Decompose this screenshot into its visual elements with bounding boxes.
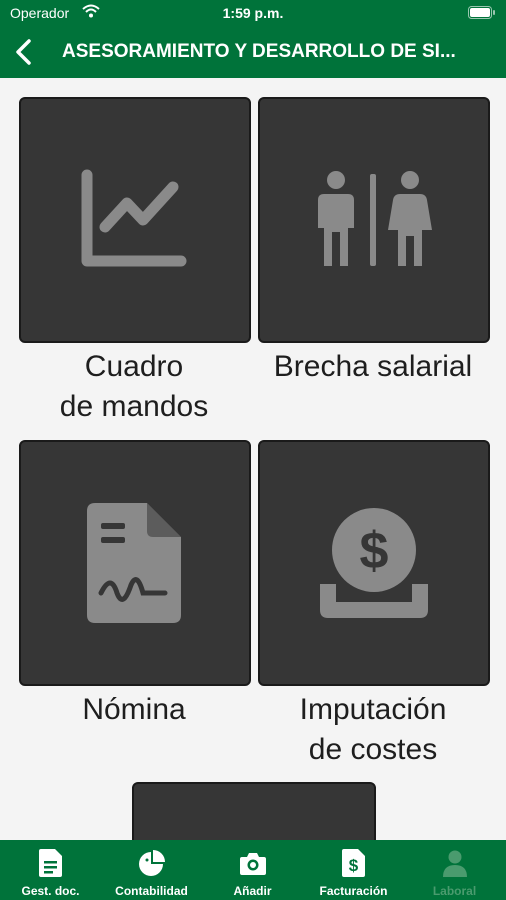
- tile-label: Cuadro de mandos: [59, 350, 209, 423]
- navigation-bar: ASESORAMIENTO Y DESARROLLO DE SI...: [0, 26, 506, 78]
- coin-deposit-icon: $: [320, 508, 428, 618]
- document-icon: [39, 849, 62, 877]
- tab-laboral[interactable]: Laboral: [404, 840, 505, 900]
- tile-box: $: [258, 440, 490, 686]
- clock: 1:59 p.m.: [222, 5, 284, 21]
- svg-text:$: $: [360, 522, 389, 580]
- status-bar: Operador 1:59 p.m.: [0, 0, 506, 26]
- tile-label: Imputación de costes: [299, 693, 447, 766]
- back-chevron-icon[interactable]: [12, 38, 38, 66]
- tile-box: [258, 97, 490, 343]
- battery-icon: [468, 6, 495, 19]
- svg-text:$: $: [349, 856, 359, 875]
- pie-chart-icon: [139, 850, 165, 876]
- restroom-icon: [318, 171, 432, 266]
- invoice-icon: $: [342, 849, 365, 877]
- line-chart-icon: [81, 169, 187, 267]
- tab-facturacion[interactable]: $ Facturación: [303, 840, 404, 900]
- tile-label: Brecha salarial: [273, 350, 473, 383]
- tab-anadir[interactable]: Añadir: [202, 840, 303, 900]
- tile-label: Nómina: [82, 693, 186, 726]
- tile-box: [19, 97, 251, 343]
- module-grid: Cuadro de mandos Brecha salarial Nómina …: [0, 78, 506, 840]
- camera-icon: [240, 853, 266, 875]
- tab-contabilidad[interactable]: Contabilidad: [101, 840, 202, 900]
- tab-gest-doc[interactable]: Gest. doc.: [0, 840, 101, 900]
- person-icon: [443, 850, 467, 877]
- tile-box: [19, 440, 251, 686]
- tile-box: [132, 782, 376, 840]
- tab-bar: Gest. doc. Contabilidad Añadir $ Factura…: [0, 840, 506, 900]
- payroll-document-icon: [87, 503, 181, 623]
- page-title: ASESORAMIENTO Y DESARROLLO DE SI...: [62, 41, 456, 62]
